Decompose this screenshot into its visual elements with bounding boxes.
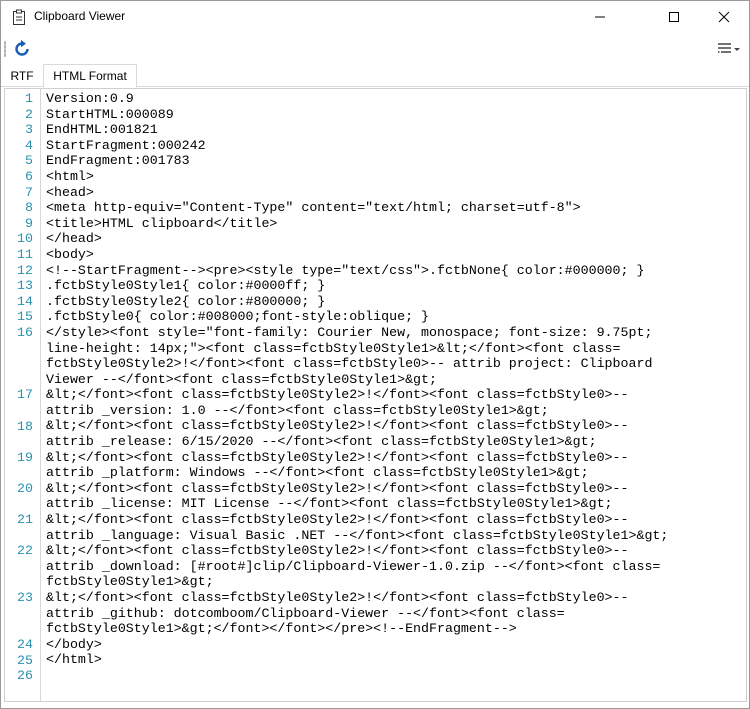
- code-line: Version:0.9: [46, 91, 134, 106]
- code-line: line-height: 14px;"><font class=fctbStyl…: [46, 340, 621, 356]
- code-line: attrib _github: dotcomboom/Clipboard-Vie…: [46, 605, 565, 621]
- code-line: <html>: [46, 168, 94, 184]
- code-content[interactable]: Version:0.9 StartHTML:000089 EndHTML:00182…: [46, 91, 744, 684]
- line-number: 22: [17, 543, 33, 559]
- code-line: attrib _license: MIT License --</font><f…: [46, 496, 613, 512]
- line-number: 3: [25, 122, 33, 138]
- close-button[interactable]: [701, 1, 747, 33]
- tab-strip: RTF HTML Format: [1, 62, 749, 88]
- code-line: </style><font style="font-family: Courie…: [46, 324, 653, 340]
- code-line: &lt;</font><font class=fctbStyle0Style2>…: [46, 418, 629, 434]
- code-line: EndFragment:001783: [46, 153, 190, 169]
- word-wrap-icon: [718, 43, 731, 53]
- line-number: 11: [17, 247, 33, 262]
- line-number: 23: [17, 590, 33, 606]
- code-line: &lt;</font><font class=fctbStyle0Style2>…: [46, 512, 629, 528]
- code-line: &lt;</font><font class=fctbStyle0Style2>…: [46, 387, 629, 403]
- code-line: StartFragment:000242: [46, 137, 206, 153]
- code-line: .fctbStyle0Style1{ color:#0000ff; }: [46, 278, 326, 294]
- code-line: &lt;</font><font class=fctbStyle0Style2>…: [46, 449, 629, 465]
- tab-rtf[interactable]: RTF: [3, 66, 41, 86]
- line-number: 6: [25, 169, 33, 184]
- code-line: </html>: [46, 652, 102, 668]
- code-line: .fctbStyle0{ color:#008000;font-style:ob…: [46, 309, 430, 325]
- line-number: 26: [17, 668, 33, 684]
- minimize-button[interactable]: [577, 1, 623, 33]
- code-line: fctbStyle0Style2>!</font><font class=fct…: [46, 356, 653, 372]
- line-number: 16: [17, 325, 33, 340]
- code-line: fctbStyle0Style1>&gt;</font></font></pre…: [46, 621, 517, 637]
- clipboard-icon: [11, 9, 27, 25]
- line-number: 12: [17, 262, 33, 278]
- chevron-down-icon: [734, 48, 740, 51]
- line-number-gutter: 1 2 3 4 5 6 7 8 9 10 11 12 13 14 15 16 17 18 19 20 21 22 23 24 2…: [5, 89, 41, 701]
- code-line: <meta http-equiv="Content-Type" content=…: [46, 200, 581, 216]
- app-window: Clipboard Viewer RTF HTML Format 1 2 3 4…: [0, 0, 750, 709]
- code-line: <body>: [46, 246, 94, 262]
- code-line: .fctbStyle0Style2{ color:#800000; }: [46, 293, 326, 309]
- line-number: 2: [25, 106, 33, 122]
- line-number: 5: [25, 153, 33, 169]
- line-number: 19: [17, 449, 33, 465]
- line-number: 24: [17, 637, 33, 652]
- minimize-icon: [595, 16, 605, 18]
- code-line: </body>: [46, 636, 102, 652]
- toolbar: [1, 35, 749, 62]
- code-line: EndHTML:001821: [46, 122, 158, 138]
- code-line: attrib _platform: Windows --</font><font…: [46, 465, 589, 481]
- line-number: 17: [17, 387, 33, 403]
- line-number: 21: [17, 512, 33, 528]
- line-number: 4: [25, 137, 33, 153]
- line-number: 13: [17, 278, 33, 294]
- close-icon: [718, 11, 730, 23]
- refresh-icon: [15, 40, 29, 56]
- word-wrap-dropdown-button[interactable]: [717, 39, 747, 59]
- code-line: <title>HTML clipboard</title>: [46, 215, 278, 231]
- line-number: 20: [17, 481, 33, 496]
- code-line: StartHTML:000089: [46, 106, 174, 122]
- refresh-button[interactable]: [11, 38, 33, 60]
- code-line: &lt;</font><font class=fctbStyle0Style2>…: [46, 590, 629, 605]
- code-editor[interactable]: 1 2 3 4 5 6 7 8 9 10 11 12 13 14 15 16 17 18 19 20 21 22 23 24 2…: [4, 88, 747, 702]
- line-number: 25: [17, 652, 33, 668]
- code-line: attrib _download: [#root#]clip/Clipboard…: [46, 558, 661, 574]
- line-number: 8: [25, 200, 33, 216]
- code-line: Viewer --</font><font class=fctbStyle0St…: [46, 371, 437, 387]
- line-number: 9: [25, 215, 33, 231]
- line-number: 14: [17, 293, 33, 309]
- toolbar-grip[interactable]: [4, 41, 6, 57]
- code-line: fctbStyle0Style1>&gt;: [46, 574, 214, 590]
- title-bar: Clipboard Viewer: [1, 1, 749, 33]
- code-line: attrib _language: Visual Basic .NET --</…: [46, 527, 669, 543]
- code-line: &lt;</font><font class=fctbStyle0Style2>…: [46, 480, 629, 496]
- line-number: 7: [25, 184, 33, 200]
- maximize-icon: [669, 12, 679, 22]
- line-number: 1: [25, 91, 33, 106]
- code-line: </head>: [46, 231, 102, 247]
- code-line: attrib _version: 1.0 --</font><font clas…: [46, 402, 549, 418]
- code-line: <!--StartFragment--><pre><style type="te…: [46, 262, 645, 278]
- code-line: <head>: [46, 184, 94, 200]
- tab-html-format[interactable]: HTML Format: [43, 64, 137, 88]
- window-title: Clipboard Viewer: [34, 9, 126, 23]
- line-number: 18: [17, 418, 33, 434]
- line-number: 10: [17, 231, 33, 247]
- line-number: 15: [17, 309, 33, 325]
- code-line: attrib _release: 6/15/2020 --</font><fon…: [46, 434, 597, 450]
- maximize-button[interactable]: [651, 1, 697, 33]
- code-line: &lt;</font><font class=fctbStyle0Style2>…: [46, 543, 629, 559]
